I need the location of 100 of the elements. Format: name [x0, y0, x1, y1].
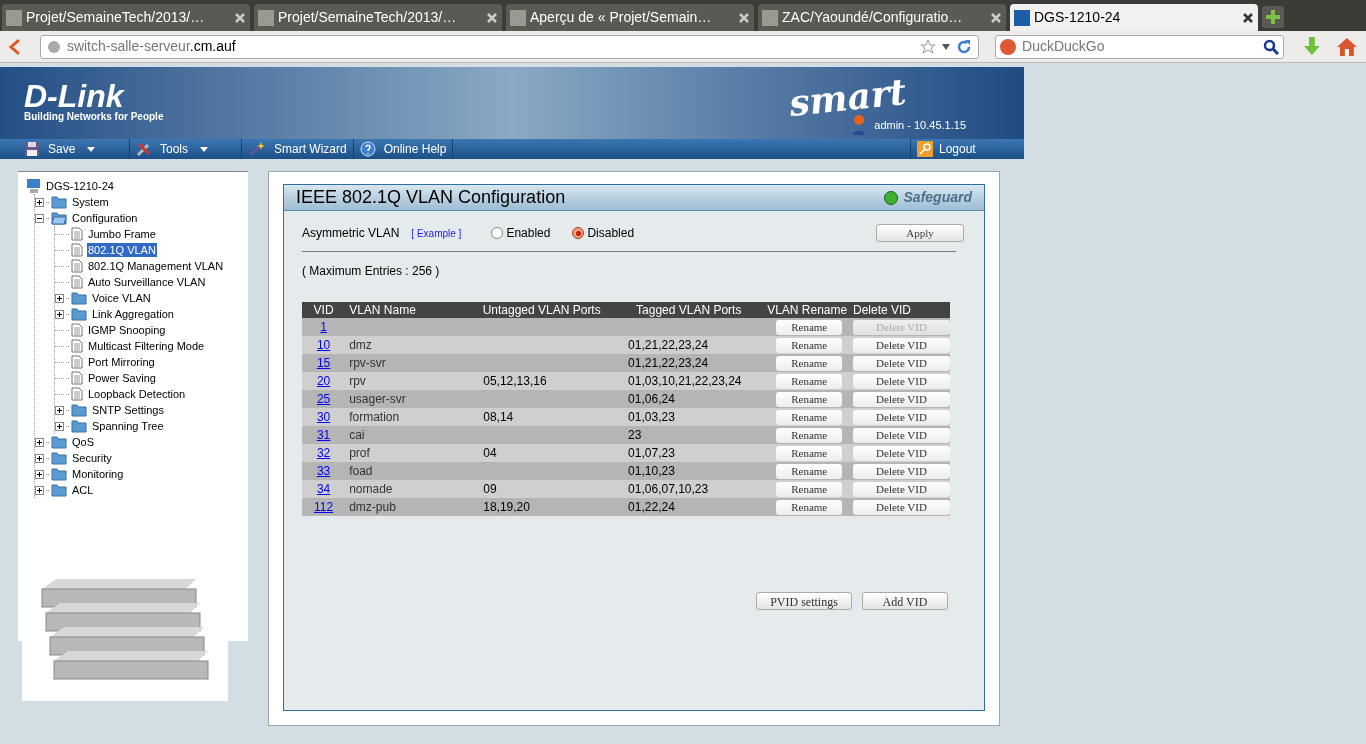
tree-item[interactable]: 802.1Q VLAN: [87, 243, 157, 257]
vid-link[interactable]: 30: [316, 410, 331, 424]
delete-vid-button[interactable]: Delete VID: [853, 338, 950, 353]
caret-icon[interactable]: [942, 43, 951, 50]
search-engine-icon[interactable]: [1000, 38, 1017, 55]
expand-icon[interactable]: [55, 309, 64, 319]
menu-item[interactable]: Online Help: [353, 139, 454, 159]
delete-vid-button[interactable]: Delete VID: [853, 374, 950, 389]
expand-icon[interactable]: [35, 437, 44, 447]
rename-button[interactable]: Rename: [776, 410, 843, 425]
tree-item[interactable]: Monitoring: [71, 467, 125, 481]
table-cell: 01,22,24: [628, 500, 675, 514]
tree-item[interactable]: Loopback Detection: [87, 387, 187, 401]
table-cell: 01,06,24: [628, 392, 675, 406]
tree-item[interactable]: 802.1Q Management VLAN: [87, 259, 225, 273]
table-cell: nomade: [349, 482, 393, 496]
back-icon[interactable]: [8, 37, 22, 56]
rename-button[interactable]: Rename: [776, 392, 843, 407]
expand-icon[interactable]: [55, 405, 64, 415]
rename-button[interactable]: Rename: [776, 500, 843, 515]
search-icon[interactable]: [1263, 38, 1280, 55]
tree-item[interactable]: Auto Surveillance VLAN: [87, 275, 207, 289]
vid-link[interactable]: 33: [316, 464, 331, 478]
browser-tab[interactable]: Aperçu de « Projet/Semain…: [506, 4, 754, 31]
delete-vid-button[interactable]: Delete VID: [853, 392, 950, 407]
home-icon[interactable]: [1336, 35, 1358, 58]
add-vid-button[interactable]: Add VID: [862, 592, 948, 610]
expand-icon[interactable]: [35, 469, 44, 479]
vid-link[interactable]: 25: [316, 392, 331, 406]
delete-vid-button[interactable]: Delete VID: [853, 410, 950, 425]
browser-tab[interactable]: ZAC/Yaoundé/Configuratio…: [758, 4, 1006, 31]
rename-button[interactable]: Rename: [776, 464, 843, 479]
tree-item[interactable]: System: [71, 195, 110, 209]
vid-link[interactable]: 31: [316, 428, 331, 442]
vid-link[interactable]: 15: [316, 356, 331, 370]
rename-button[interactable]: Rename: [776, 374, 843, 389]
pvid-settings-button[interactable]: PVID settings: [756, 592, 852, 610]
expand-icon[interactable]: [55, 293, 64, 303]
expand-icon[interactable]: [35, 197, 44, 207]
table-cell: 09: [483, 482, 497, 496]
tree-item[interactable]: Configuration: [71, 211, 139, 225]
delete-vid-button[interactable]: Delete VID: [853, 428, 950, 443]
delete-vid-button[interactable]: Delete VID: [853, 356, 950, 371]
tree-item[interactable]: Security: [71, 451, 113, 465]
folder-icon: [51, 483, 67, 497]
rename-button[interactable]: Rename: [776, 428, 843, 443]
delete-vid-button[interactable]: Delete VID: [853, 500, 950, 515]
tree-item[interactable]: QoS: [71, 435, 95, 449]
expand-icon[interactable]: [55, 421, 64, 431]
menu-item[interactable]: Smart Wizard: [242, 139, 354, 159]
radio-option[interactable]: Enabled: [491, 224, 551, 242]
delete-vid-button[interactable]: Delete VID: [853, 464, 950, 479]
example-link[interactable]: [ Example ]: [411, 225, 462, 241]
delete-vid-button[interactable]: Delete VID: [853, 482, 950, 497]
tree-item[interactable]: Spanning Tree: [91, 419, 165, 433]
tree-root[interactable]: DGS-1210-24: [46, 177, 114, 195]
address-bar[interactable]: switch-salle-serveur.cm.auf: [39, 34, 980, 59]
vid-link[interactable]: 20: [316, 374, 331, 388]
user-info: admin - 10.45.1.15: [874, 117, 966, 133]
radio-option[interactable]: Disabled: [572, 224, 635, 242]
collapse-icon[interactable]: [35, 213, 44, 223]
tree-item[interactable]: Link Aggregation: [91, 307, 175, 321]
radio-icon[interactable]: [491, 227, 504, 239]
expand-icon[interactable]: [35, 453, 44, 463]
tree-item[interactable]: Voice VLAN: [91, 291, 152, 305]
vid-link[interactable]: 32: [316, 446, 331, 460]
browser-tab[interactable]: Projet/SemaineTech/2013/…: [2, 4, 250, 31]
apply-button[interactable]: Apply: [876, 224, 964, 242]
menu-item[interactable]: Tools: [130, 139, 242, 159]
tree-item[interactable]: ACL: [71, 483, 95, 497]
rename-button[interactable]: Rename: [776, 338, 843, 353]
delete-vid-button[interactable]: Delete VID: [853, 446, 950, 461]
rename-button[interactable]: Rename: [776, 482, 843, 497]
radio-icon[interactable]: [572, 227, 585, 239]
vid-link[interactable]: 1: [320, 320, 327, 334]
tree-item[interactable]: SNTP Settings: [91, 403, 165, 417]
vid-link[interactable]: 10: [316, 338, 331, 352]
search-field[interactable]: DuckDuckGo: [1022, 36, 1258, 57]
tree-item[interactable]: IGMP Snooping: [87, 323, 167, 337]
vid-link[interactable]: 34: [316, 482, 331, 496]
browser-tab[interactable]: DGS-1210-24: [1010, 4, 1258, 31]
tree-item[interactable]: Power Saving: [87, 371, 157, 385]
close-icon[interactable]: [1242, 11, 1254, 24]
rename-button[interactable]: Rename: [776, 446, 843, 461]
reload-icon[interactable]: [956, 38, 973, 55]
menu-item[interactable]: Save: [0, 139, 130, 159]
expand-icon[interactable]: [35, 485, 44, 495]
tree-item[interactable]: Jumbo Frame: [87, 227, 157, 241]
new-tab-icon[interactable]: [1262, 6, 1284, 28]
search-bar[interactable]: DuckDuckGo: [995, 34, 1285, 59]
tree-item[interactable]: Port Mirroring: [87, 355, 156, 369]
rename-button[interactable]: Rename: [776, 356, 843, 371]
logout-button[interactable]: Logout: [910, 139, 1024, 159]
column-header: Untagged VLAN Ports: [467, 302, 617, 318]
table-cell: 08,14: [483, 410, 514, 424]
browser-tab[interactable]: Projet/SemaineTech/2013/…: [254, 4, 502, 31]
star-icon[interactable]: [920, 38, 937, 55]
rename-button[interactable]: Rename: [776, 320, 843, 335]
vid-link[interactable]: 112: [314, 500, 334, 514]
tree-item[interactable]: Multicast Filtering Mode: [87, 339, 206, 353]
